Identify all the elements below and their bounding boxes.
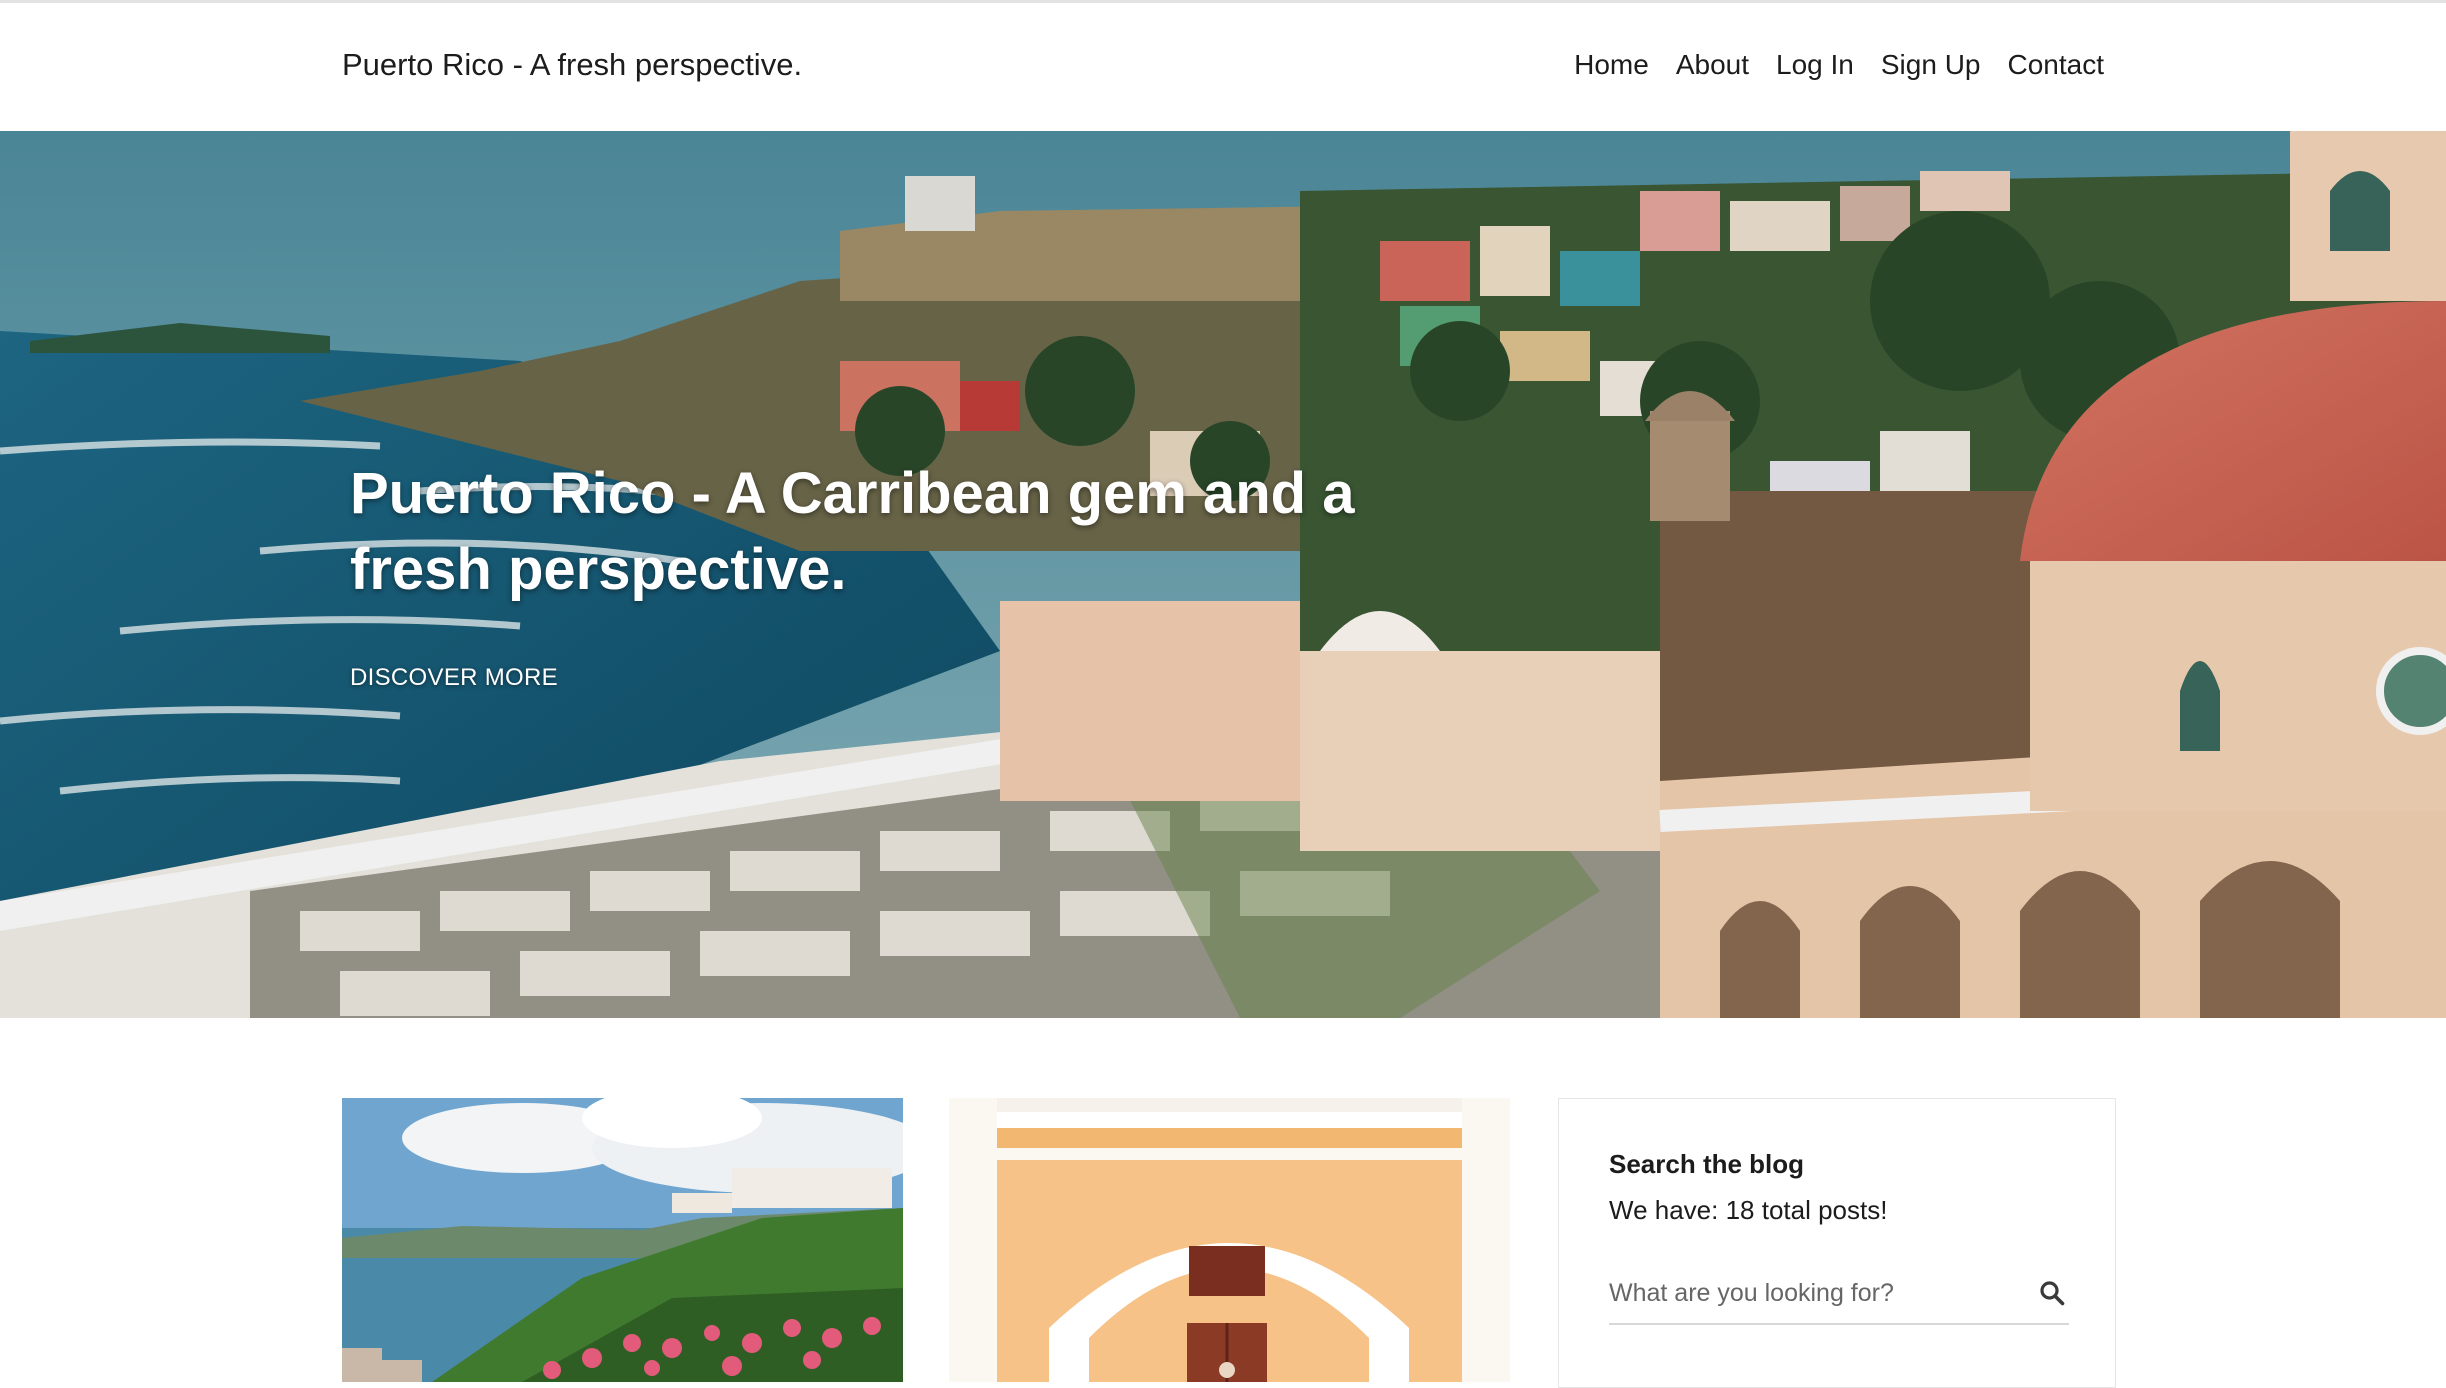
search-icon (2040, 1280, 2065, 1305)
search-form (1609, 1267, 2069, 1325)
search-widget: Search the blog We have: 18 total posts! (1558, 1098, 2116, 1388)
post-card-doorway[interactable] (949, 1098, 1510, 1382)
nav-log-in[interactable]: Log In (1776, 49, 1854, 81)
post-count-text: We have: 18 total posts! (1609, 1195, 1888, 1225)
post-image-doorway (949, 1098, 1510, 1382)
hero-banner: Puerto Rico - A Carribean gem and a fres… (0, 131, 2446, 1018)
post-image-coast (342, 1098, 903, 1382)
nav-sign-up[interactable]: Sign Up (1881, 49, 1981, 81)
hero-title: Puerto Rico - A Carribean gem and a fres… (350, 461, 1355, 602)
site-brand-link[interactable]: Puerto Rico - A fresh perspective. (342, 47, 802, 83)
site-header: Puerto Rico - A fresh perspective. Home … (0, 3, 2446, 132)
discover-more-link[interactable]: DISCOVER MORE (350, 664, 558, 692)
nav-home[interactable]: Home (1574, 49, 1649, 81)
search-widget-title: Search the blog (1609, 1149, 1805, 1179)
post-card-coast[interactable] (342, 1098, 903, 1382)
search-input[interactable] (1609, 1267, 2009, 1319)
nav-about[interactable]: About (1676, 49, 1749, 81)
nav-contact[interactable]: Contact (2008, 49, 2105, 81)
main-nav: Home About Log In Sign Up Contact (1574, 49, 2104, 81)
search-button[interactable] (2035, 1277, 2069, 1311)
